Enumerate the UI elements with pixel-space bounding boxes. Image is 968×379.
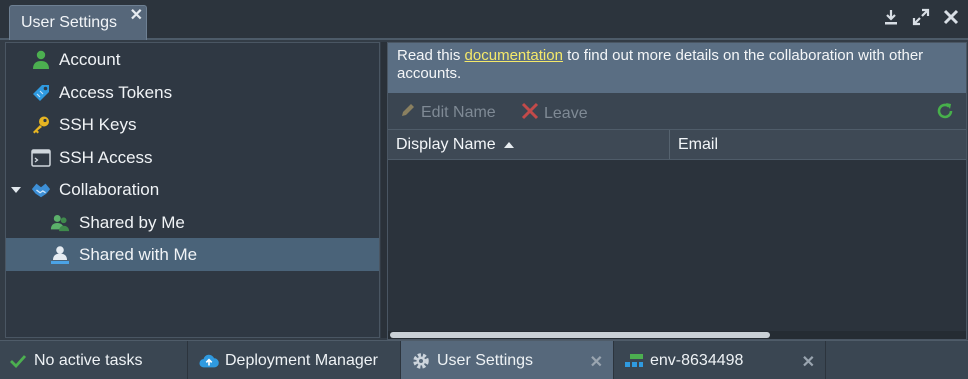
sidebar-item-label: SSH Access xyxy=(59,147,153,167)
handshake-icon xyxy=(31,180,51,200)
grid-header: Display Name Email xyxy=(388,129,966,160)
sidebar-item-ssh-keys[interactable]: SSH Keys xyxy=(6,108,379,141)
tab-close-icon[interactable]: ✕ xyxy=(130,5,143,25)
leave-button[interactable]: Leave xyxy=(521,102,588,125)
horizontal-scrollbar[interactable] xyxy=(388,331,966,339)
task-status[interactable]: No active tasks xyxy=(0,341,188,379)
sidebar-item-label: Collaboration xyxy=(59,179,160,199)
chevron-down-icon[interactable] xyxy=(11,186,21,193)
environment-icon xyxy=(624,351,644,371)
refresh-icon[interactable] xyxy=(935,101,955,121)
settings-tree: Account Access Tokens SSH Keys SSH Acces… xyxy=(5,42,380,338)
scrollbar-thumb[interactable] xyxy=(390,332,770,338)
sidebar-item-collaboration[interactable]: Collaboration xyxy=(6,173,379,206)
task-label: Deployment Manager xyxy=(225,351,378,369)
close-icon[interactable] xyxy=(942,8,960,26)
tag-icon xyxy=(31,83,51,103)
users-icon xyxy=(50,213,70,233)
sort-ascending-icon xyxy=(503,141,514,148)
grid-toolbar: Edit Name Leave xyxy=(388,93,966,129)
task-environment[interactable]: env-8634498 ✕ xyxy=(614,341,826,379)
window-controls xyxy=(882,8,960,26)
sidebar-item-label: Shared by Me xyxy=(79,212,185,232)
terminal-icon xyxy=(31,148,51,168)
edit-name-label: Edit Name xyxy=(421,103,496,121)
tab-title: User Settings xyxy=(21,14,118,31)
documentation-link[interactable]: documentation xyxy=(465,47,563,64)
task-deployment-manager[interactable]: Deployment Manager xyxy=(188,341,401,379)
shared-with-me-panel: Read this documentation to find out more… xyxy=(387,42,967,340)
user-share-icon xyxy=(50,245,70,265)
sidebar-item-shared-with-me[interactable]: Shared with Me xyxy=(6,238,379,271)
cloud-upload-icon xyxy=(199,351,219,371)
task-label: User Settings xyxy=(437,351,534,369)
sidebar-item-label: Account xyxy=(59,49,121,69)
column-resize-handle[interactable] xyxy=(669,130,670,159)
sidebar-item-shared-by-me[interactable]: Shared by Me xyxy=(6,206,379,239)
tab-user-settings[interactable]: User Settings ✕ xyxy=(9,5,147,40)
taskbar: No active tasks Deployment Manager User … xyxy=(0,340,968,379)
sidebar-item-access-tokens[interactable]: Access Tokens xyxy=(6,76,379,109)
info-text-prefix: Read this xyxy=(397,47,465,64)
column-display-name[interactable]: Display Name xyxy=(396,130,514,159)
column-label: Email xyxy=(678,135,719,153)
sidebar-item-label: SSH Keys xyxy=(59,114,137,134)
close-icon[interactable]: ✕ xyxy=(590,352,603,372)
edit-name-button[interactable]: Edit Name xyxy=(400,102,496,123)
expand-icon[interactable] xyxy=(912,8,930,26)
info-banner: Read this documentation to find out more… xyxy=(388,43,966,93)
close-icon[interactable]: ✕ xyxy=(802,352,815,372)
user-icon xyxy=(31,50,51,70)
sidebar-item-ssh-access[interactable]: SSH Access xyxy=(6,141,379,174)
task-label: No active tasks xyxy=(34,351,143,369)
pencil-icon xyxy=(400,102,416,123)
column-email[interactable]: Email xyxy=(678,130,718,159)
sidebar-item-account[interactable]: Account xyxy=(6,43,379,76)
grid-body xyxy=(388,160,966,331)
leave-label: Leave xyxy=(544,104,588,122)
task-user-settings[interactable]: User Settings ✕ xyxy=(401,341,614,379)
sidebar-item-label: Access Tokens xyxy=(59,82,173,102)
download-icon[interactable] xyxy=(882,8,900,26)
key-icon xyxy=(31,115,51,135)
gear-icon xyxy=(411,351,431,371)
window-tabbar: User Settings ✕ xyxy=(0,0,968,40)
user-settings-window: User Settings ✕ Account Access Tokens SS… xyxy=(0,0,968,340)
cross-icon xyxy=(521,102,539,125)
task-label: env-8634498 xyxy=(650,351,744,369)
check-icon xyxy=(8,351,28,371)
sidebar-item-label: Shared with Me xyxy=(79,244,198,264)
column-label: Display Name xyxy=(396,135,496,153)
